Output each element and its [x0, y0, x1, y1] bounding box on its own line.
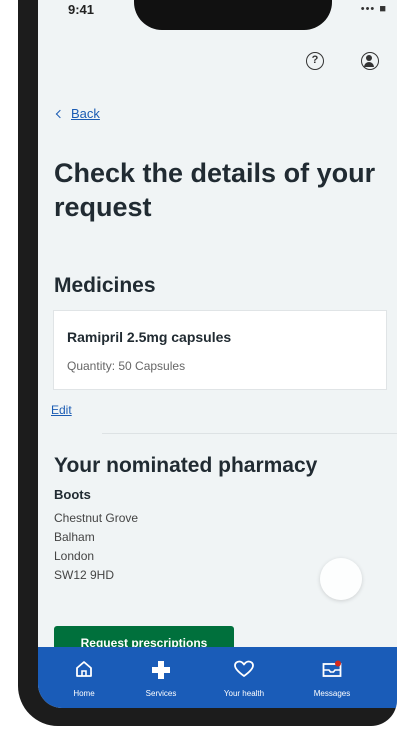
section-divider [102, 433, 397, 434]
address-line: Balham [54, 530, 95, 544]
screenshot-frame: 9:41 ••• ■ Back Check the details of you… [0, 0, 397, 732]
medicine-name: Ramipril 2.5mg capsules [67, 329, 232, 345]
help-circle-icon[interactable] [306, 52, 324, 70]
tab-label: Services [145, 689, 177, 698]
page-title: Check the details of your request [54, 158, 376, 222]
heart-icon [234, 660, 254, 677]
phone-notch [134, 0, 332, 30]
pharmacy-heading: Your nominated pharmacy [54, 454, 318, 477]
account-icon[interactable] [361, 52, 379, 70]
tab-home[interactable]: Home [44, 647, 124, 708]
tab-label: Your health [223, 689, 265, 698]
tab-label: Home [73, 689, 95, 698]
pharmacy-name: Boots [54, 487, 91, 502]
tab-your-health[interactable]: Your health [204, 647, 284, 708]
medicine-quantity: Quantity: 50 Capsules [67, 359, 186, 373]
back-link[interactable]: Back [55, 106, 100, 121]
address-line: Chestnut Grove [54, 511, 139, 525]
envelope-icon [322, 660, 342, 677]
tab-messages[interactable]: Messages [292, 647, 372, 708]
address-line: London [54, 549, 95, 563]
plus-icon [152, 661, 170, 679]
pharmacy-address: Chestnut Grove Balham London SW12 9HD [54, 509, 138, 585]
phone-body: 9:41 ••• ■ Back Check the details of you… [18, 0, 397, 726]
status-bar: 9:41 ••• ■ [38, 0, 397, 36]
status-time: 9:41 [68, 2, 95, 17]
tab-services[interactable]: Services [121, 647, 201, 708]
address-line: SW12 9HD [54, 568, 115, 582]
medicines-heading: Medicines [54, 274, 156, 297]
bottom-tab-bar: Home Services Your health Messages [38, 647, 397, 708]
touch-indicator [320, 558, 362, 600]
tab-label: Messages [313, 689, 351, 698]
back-link-label: Back [71, 106, 100, 121]
app-screen: 9:41 ••• ■ Back Check the details of you… [38, 0, 397, 708]
status-indicators: ••• ■ [360, 3, 387, 15]
home-icon [76, 661, 92, 677]
medicine-card: Ramipril 2.5mg capsules Quantity: 50 Cap… [53, 310, 387, 390]
chevron-left-icon [55, 109, 65, 118]
edit-medicines-link[interactable]: Edit [51, 403, 72, 417]
